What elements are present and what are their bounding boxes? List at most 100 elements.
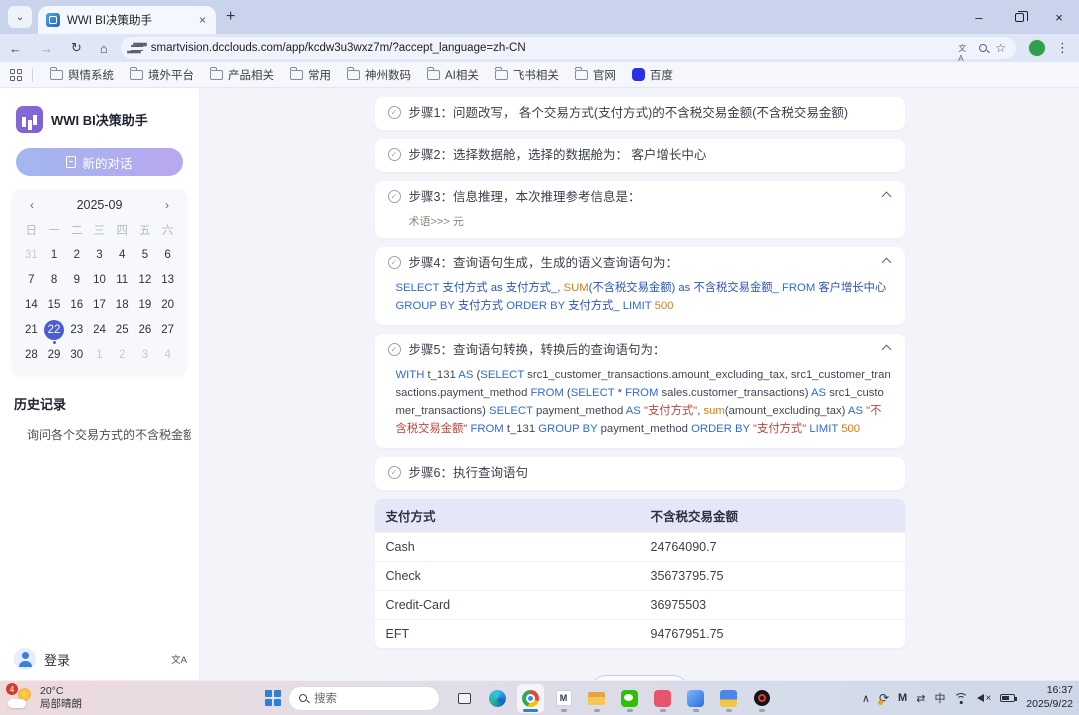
chrome-taskbar-icon[interactable] [517,684,544,713]
calendar-day[interactable]: 14 [20,294,43,316]
calendar-day[interactable]: 1 [43,244,66,266]
wechat-taskbar-icon[interactable] [616,684,643,713]
taskbar-clock[interactable]: 16:37 2025/9/22 [1026,684,1073,711]
colorful-app-taskbar-icon[interactable] [715,684,742,713]
tab-close-icon[interactable]: × [197,13,208,27]
site-info-icon[interactable] [131,43,143,53]
calendar-day[interactable]: 4 [111,244,134,266]
calendar-day[interactable]: 28 [20,344,43,366]
calendar-day[interactable]: 2 [111,344,134,366]
bookmark-item[interactable]: AI相关 [420,64,486,86]
app-title: WWI BI决策助手 [51,110,148,129]
login-button[interactable]: 登录 [44,650,163,669]
calendar-day[interactable]: 29 [43,344,66,366]
url-text[interactable]: smartvision.dcclouds.com/app/kcdw3u3wxz7… [151,42,950,54]
calendar-day[interactable]: 19 [134,294,157,316]
calendar-day[interactable]: 20 [156,294,179,316]
calendar-day[interactable]: 21 [20,319,43,341]
browser-menu-icon[interactable]: ⋮ [1050,40,1079,56]
bookmark-item[interactable]: 百度 [625,64,680,86]
tray-expand-icon[interactable]: ∧ [862,692,870,705]
bookmark-item[interactable]: 神州数码 [340,64,418,86]
m-tray-icon[interactable]: M [898,692,907,704]
calendar-day[interactable]: 30 [65,344,88,366]
collapse-chevron-icon[interactable] [881,257,891,267]
calendar-day[interactable]: 11 [111,269,134,291]
calendar-day[interactable]: 24 [88,319,111,341]
calendar-prev-icon[interactable]: ‹ [30,198,34,212]
taskbar-weather[interactable]: 4 20°C 局部晴朗 [8,685,82,711]
bookmark-item[interactable]: 舆情系统 [43,64,121,86]
calendar-day[interactable]: 18 [111,294,134,316]
red-app-icon [654,690,671,707]
red-app-taskbar-icon[interactable] [649,684,676,713]
start-button[interactable] [265,690,281,706]
calendar-day[interactable]: 7 [20,269,43,291]
back-icon[interactable]: ← [0,41,31,56]
battery-icon[interactable] [1000,694,1015,702]
calendar-day[interactable]: 12 [134,269,157,291]
arrows-tray-icon[interactable]: ⇄ [916,692,925,705]
calendar-day[interactable]: 22 [43,319,66,341]
bookmark-item[interactable]: 常用 [283,64,338,86]
home-icon[interactable]: ⌂ [91,41,117,56]
translate-icon[interactable]: 文A [958,43,971,54]
calendar-day[interactable]: 26 [134,319,157,341]
calendar-day[interactable]: 8 [43,269,66,291]
table-cell: 35673795.75 [640,561,905,590]
new-chat-button[interactable]: 新的对话 [16,148,183,176]
zoom-search-icon[interactable] [979,44,987,52]
window-close-button[interactable]: × [1039,0,1079,34]
window-restore-button[interactable] [999,0,1039,34]
tab-favicon [46,13,60,27]
apps-grid-icon[interactable] [10,69,22,81]
forward-icon[interactable]: → [31,41,62,56]
collapse-chevron-icon[interactable] [881,191,891,201]
tab-search-button[interactable]: ⌄ [8,6,32,28]
calendar-day[interactable]: 5 [134,244,157,266]
calendar-day[interactable]: 2 [65,244,88,266]
file-explorer-taskbar-icon[interactable] [583,684,610,713]
bookmark-item[interactable]: 产品相关 [203,64,281,86]
markdown-app-taskbar-icon[interactable]: M [550,684,577,713]
calendar-next-icon[interactable]: › [165,198,169,212]
calendar-day[interactable]: 3 [134,344,157,366]
bookmark-item[interactable]: 官网 [568,64,623,86]
calendar-day[interactable]: 1 [88,344,111,366]
calendar-day[interactable]: 17 [88,294,111,316]
bookmark-item[interactable]: 飞书相关 [488,64,566,86]
wifi-icon[interactable] [954,693,968,704]
bookmark-star-icon[interactable]: ☆ [995,41,1006,55]
calendar-day[interactable]: 4 [156,344,179,366]
task-view-taskbar-icon[interactable] [451,684,478,713]
calendar-day[interactable]: 27 [156,319,179,341]
edge-taskbar-icon[interactable] [484,684,511,713]
sync-tray-icon[interactable]: ⟳ [879,691,889,705]
calendar-day[interactable]: 10 [88,269,111,291]
history-item[interactable]: 询问各个交易方式的不含税金额 [27,426,191,443]
calendar-day[interactable]: 15 [43,294,66,316]
volume-muted-icon[interactable]: × [977,693,991,704]
calendar-day[interactable]: 6 [156,244,179,266]
bookmark-item[interactable]: 境外平台 [123,64,201,86]
recorder-app-taskbar-icon[interactable] [748,684,775,713]
calendar-day[interactable]: 23 [65,319,88,341]
calendar-day[interactable]: 13 [156,269,179,291]
calendar-day[interactable]: 25 [111,319,134,341]
reload-icon[interactable]: ↻ [62,40,91,56]
calendar-day[interactable]: 31 [20,244,43,266]
window-minimize-button[interactable]: – [959,0,999,34]
collapse-chevron-icon[interactable] [881,344,891,354]
calendar-day[interactable]: 16 [65,294,88,316]
ime-indicator[interactable]: 中 [934,690,945,706]
blue-app-taskbar-icon[interactable] [682,684,709,713]
profile-avatar[interactable] [1028,39,1046,57]
address-bar[interactable]: smartvision.dcclouds.com/app/kcdw3u3wxz7… [121,37,1016,59]
calendar-day[interactable]: 3 [88,244,111,266]
new-tab-button[interactable]: + [226,8,235,26]
taskbar-search[interactable]: 搜索 [288,686,440,711]
browser-tab[interactable]: WWI BI决策助手 × [38,6,216,34]
table-row: EFT94767951.75 [375,619,905,648]
calendar-day[interactable]: 9 [65,269,88,291]
language-icon[interactable]: 文A [171,652,187,666]
